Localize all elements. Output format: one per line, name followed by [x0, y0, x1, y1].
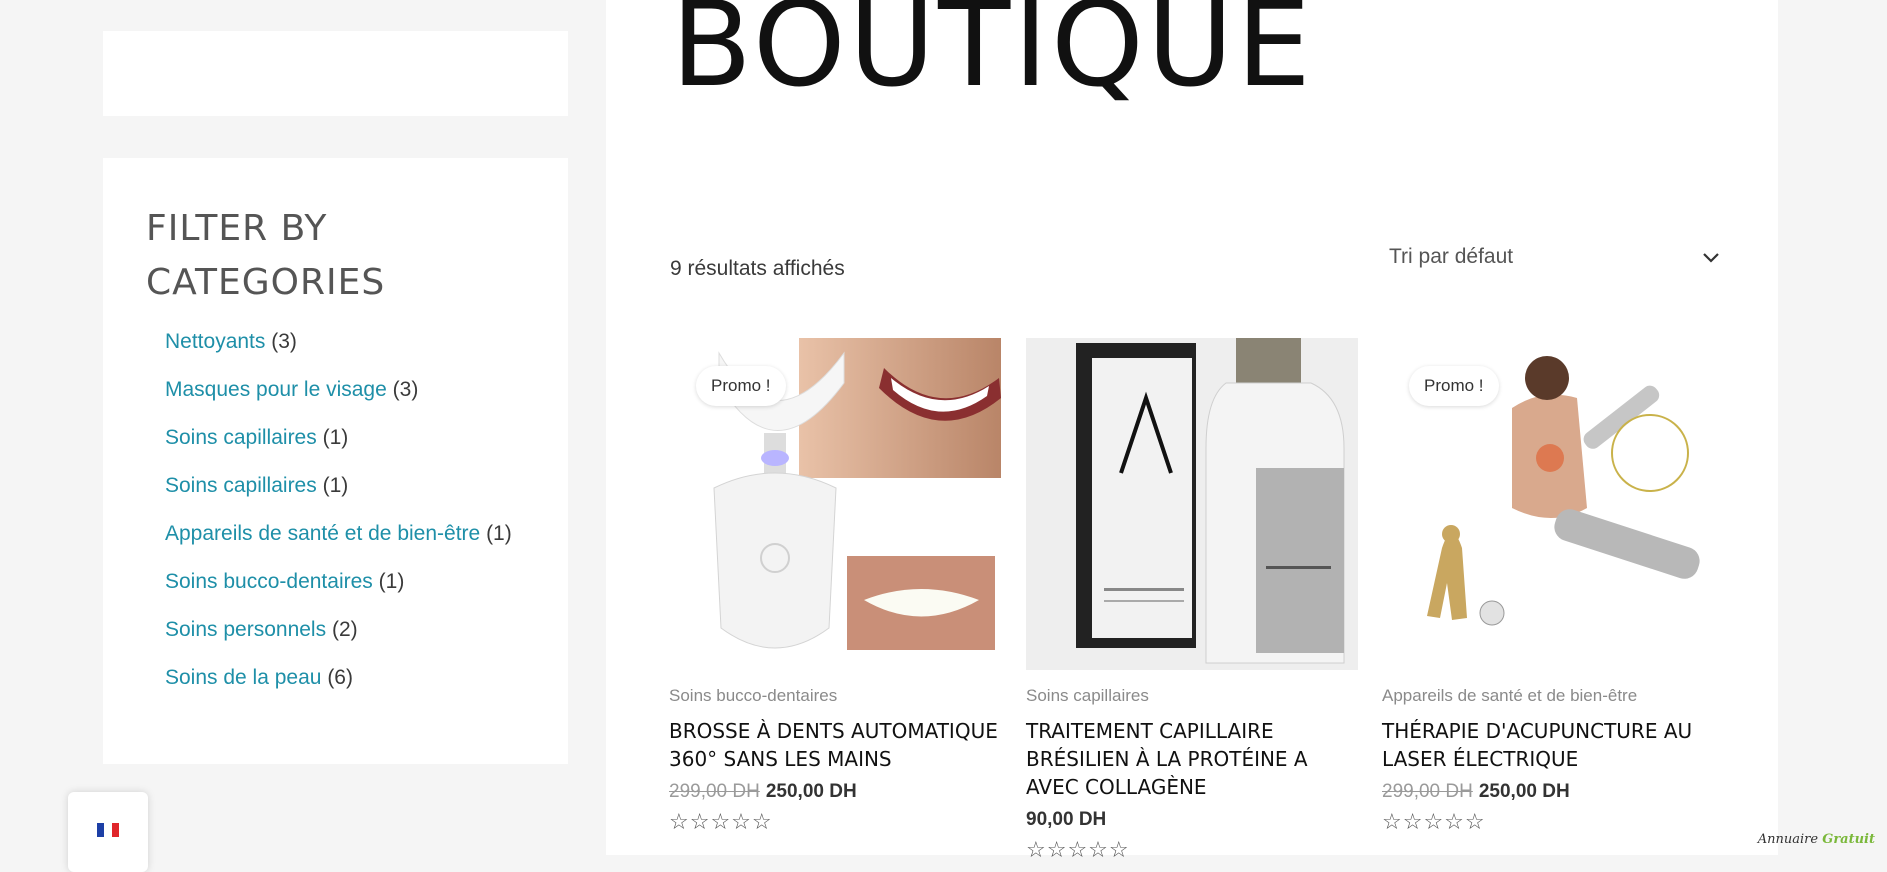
star-rating: ☆☆☆☆☆ [669, 809, 1001, 835]
category-item: Soins bucco-dentaires (1) [165, 569, 512, 617]
category-count: (1) [378, 570, 405, 593]
product-price: 299,00 DH 250,00 DH [669, 781, 1001, 803]
product-image-acupuncture[interactable]: Promo ! [1382, 338, 1714, 670]
category-count: (1) [322, 474, 349, 497]
category-item: Masques pour le visage (3) [165, 377, 512, 425]
language-switcher[interactable] [68, 792, 148, 872]
category-count: (1) [486, 522, 512, 545]
chevron-down-icon [1703, 253, 1719, 263]
category-count: (3) [392, 378, 419, 401]
sale-price: 250,00 DH [765, 781, 857, 802]
category-count: (6) [327, 666, 353, 689]
hair-treatment-image [1026, 338, 1358, 670]
category-item: Nettoyants (3) [165, 329, 512, 377]
watermark-text: Annuaire [1757, 832, 1819, 847]
product-card: Soins capillaires Traitement capillaire … [1026, 338, 1358, 863]
promo-badge: Promo ! [696, 366, 786, 406]
product-price: 90,00 DH [1026, 809, 1358, 831]
sort-selected-label: Tri par défaut [1389, 245, 1514, 268]
product-title[interactable]: Thérapie d'acupuncture au laser électriq… [1382, 717, 1714, 773]
star-outline-icon: ☆☆☆☆☆ [669, 809, 773, 834]
category-item: Soins personnels (2) [165, 617, 512, 665]
star-rating: ☆☆☆☆☆ [1382, 809, 1714, 835]
product-category: Appareils de santé et de bien-être [1382, 686, 1638, 705]
sidebar-search-widget [103, 31, 568, 116]
page-title: BOUTIQUE [671, 0, 1314, 113]
product-category: Soins bucco-dentaires [669, 686, 838, 705]
category-item: Soins de la peau (6) [165, 665, 512, 713]
category-link-bucco-dentaires[interactable]: Soins bucco-dentaires [165, 570, 373, 593]
star-outline-icon: ☆☆☆☆☆ [1026, 837, 1130, 862]
old-price: 299,00 DH [669, 781, 760, 802]
star-outline-icon: ☆☆☆☆☆ [1382, 809, 1486, 834]
product-title[interactable]: Traitement capillaire brésilien à la pro… [1026, 717, 1358, 801]
watermark-text-accent: Gratuit [1822, 832, 1875, 847]
category-link-appareils[interactable]: Appareils de santé et de bien-être [165, 522, 480, 545]
category-link-soins-capillaires[interactable]: Soins capillaires [165, 426, 317, 449]
product-card: Promo ! Appareils de santé et de bien-êt… [1382, 338, 1714, 835]
french-flag-icon [97, 823, 119, 837]
product-image-hair-treatment[interactable] [1026, 338, 1358, 670]
category-count: (2) [331, 618, 358, 641]
category-item: Appareils de santé et de bien-être (1) [165, 521, 512, 569]
category-link-nettoyants[interactable]: Nettoyants [165, 330, 265, 353]
promo-badge: Promo ! [1409, 366, 1499, 406]
category-count: (3) [271, 330, 297, 353]
product-price: 299,00 DH 250,00 DH [1382, 781, 1714, 803]
sale-price: 250,00 DH [1478, 781, 1570, 802]
category-link-soins-personnels[interactable]: Soins personnels [165, 618, 326, 641]
product-image-toothbrush[interactable]: Promo ! [669, 338, 1001, 670]
category-link-soins-capillaires-2[interactable]: Soins capillaires [165, 474, 317, 497]
star-rating: ☆☆☆☆☆ [1026, 837, 1358, 863]
category-link-masques[interactable]: Masques pour le visage [165, 378, 387, 401]
category-count: (1) [322, 426, 349, 449]
old-price: 299,00 DH [1382, 781, 1473, 802]
widget-title: FILTER BY CATEGORIES [146, 208, 386, 303]
product-category: Soins capillaires [1026, 686, 1149, 705]
sale-price: 90,00 DH [1026, 809, 1107, 830]
result-count: 9 résultats affichés [670, 257, 845, 280]
product-title[interactable]: Brosse à dents automatique 360° sans les… [669, 717, 1001, 773]
watermark-logo: Annuaire Gratuit [1758, 832, 1875, 847]
category-item: Soins capillaires (1) [165, 473, 512, 521]
main-content: BOUTIQUE 9 résultats affichés Tri par dé… [606, 0, 1778, 862]
category-item: Soins capillaires (1) [165, 425, 512, 473]
category-link-soins-peau[interactable]: Soins de la peau [165, 666, 321, 689]
product-card: Promo ! Soins bucco-dentaires Brosse à d… [669, 338, 1001, 835]
category-list: Nettoyants (3) Masques pour le visage (3… [165, 329, 512, 713]
sort-select[interactable]: Tri par défaut [1389, 245, 1719, 277]
category-filter-widget: FILTER BY CATEGORIES Nettoyants (3) Masq… [103, 158, 568, 764]
